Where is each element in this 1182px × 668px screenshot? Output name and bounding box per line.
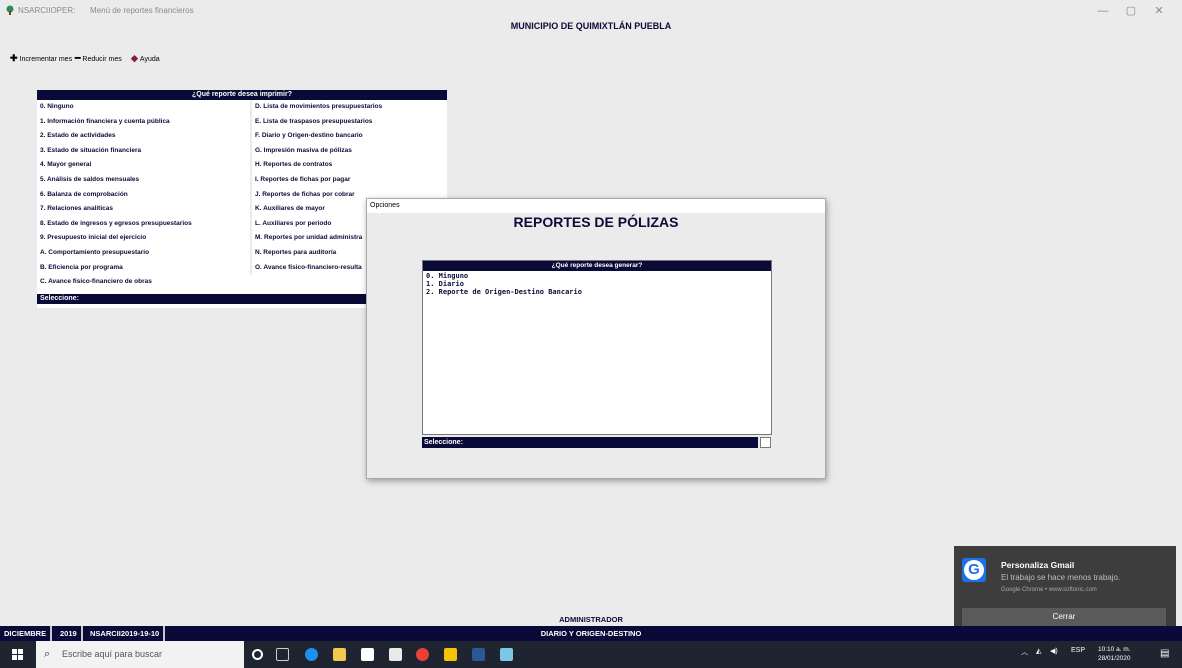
status-year: 2019: [56, 626, 83, 641]
menu-item[interactable]: H. Reportes de contratos: [252, 158, 447, 173]
taskbar-clock[interactable]: 10:10 a. m. 28/01/2020: [1098, 645, 1131, 663]
menu-item[interactable]: A. Comportamiento presupuestario: [37, 246, 248, 261]
menu-item[interactable]: C. Avance físico-financiero de obras: [37, 275, 248, 290]
status-code: NSARCII2019-19-10: [86, 626, 166, 641]
menu-item[interactable]: 3. Estado de situación financiera: [37, 144, 248, 159]
windows-start-icon[interactable]: [12, 649, 23, 660]
maximize-button[interactable]: ▢: [1120, 4, 1142, 18]
menu-item[interactable]: F. Diario y Origen-destino bancario: [252, 129, 447, 144]
window-title: Menú de reportes financieros: [90, 6, 194, 15]
menu-item[interactable]: D. Lista de movimientos presupuestarios: [252, 100, 447, 115]
network-icon[interactable]: ◭: [1036, 647, 1041, 655]
help-label: Ayuda: [139, 56, 160, 63]
word-icon[interactable]: [472, 648, 485, 661]
report-list-title: ¿Qué reporte desea generar?: [423, 261, 771, 271]
report-menu-left-column: 0. Ninguno 1. Información financiera y c…: [37, 100, 248, 290]
language-indicator[interactable]: ESP: [1071, 647, 1085, 654]
menu-item[interactable]: G. Impresión masiva de pólizas: [252, 144, 447, 159]
edge-icon[interactable]: [305, 648, 318, 661]
notification-body: El trabajo se hace menos trabajo.: [1001, 573, 1121, 582]
dialog-heading: REPORTES DE PÓLIZAS: [513, 214, 679, 230]
clock-time: 10:10 a. m.: [1098, 646, 1131, 653]
dialog-select-label: Seleccione:: [422, 437, 758, 448]
dialog-titlebar[interactable]: Opciones: [367, 199, 825, 213]
decrease-month-button[interactable]: ━ Reducir mes: [75, 53, 122, 64]
app-icon: [6, 5, 14, 15]
menu-item[interactable]: 1. Información financiera y cuenta públi…: [37, 115, 248, 130]
report-list-box: ¿Qué reporte desea generar? 0. Minguno 1…: [422, 260, 772, 435]
menu-item[interactable]: 0. Ninguno: [37, 100, 248, 115]
google-icon: G: [962, 558, 986, 582]
list-item[interactable]: 1. Diario: [426, 280, 768, 288]
file-explorer-icon[interactable]: [333, 648, 346, 661]
app-tree-icon[interactable]: [500, 648, 513, 661]
list-item[interactable]: 0. Minguno: [426, 272, 768, 280]
store-icon[interactable]: [361, 648, 374, 661]
menu-item[interactable]: 9. Presupuesto inicial del ejercicio: [37, 231, 248, 246]
sticky-notes-icon[interactable]: [444, 648, 457, 661]
menu-item[interactable]: 4. Mayor general: [37, 158, 248, 173]
chrome-icon[interactable]: [416, 648, 429, 661]
menu-item[interactable]: 7. Relaciones analíticas: [37, 202, 248, 217]
status-bar: DIARIO Y ORIGEN-DESTINO DICIEMBRE 2019 N…: [0, 626, 1182, 641]
increase-month-label: Incrementar mes: [19, 56, 73, 63]
plus-icon: ✚: [10, 53, 18, 63]
menu-item[interactable]: 2. Estado de actividades: [37, 129, 248, 144]
notification-title: Personaliza Gmail: [1001, 560, 1075, 570]
user-label: ADMINISTRADOR: [559, 615, 623, 624]
search-icon: ⌕: [44, 648, 51, 660]
tray-chevron-icon[interactable]: ︿: [1021, 647, 1028, 657]
report-list: 0. Minguno 1. Diario 2. Reporte de Orige…: [423, 271, 771, 297]
help-book-icon: ◆: [131, 53, 138, 63]
app-name: NSARCIIOPER:: [18, 6, 76, 15]
current-report-label: DIARIO Y ORIGEN-DESTINO: [540, 629, 642, 638]
menu-item[interactable]: E. Lista de traspasos presupuestarios: [252, 115, 447, 130]
municipality-title: MUNICIPIO DE QUIMIXTLÁN PUEBLA: [510, 21, 672, 31]
minimize-button[interactable]: —: [1092, 4, 1114, 18]
mail-icon[interactable]: [389, 648, 402, 661]
cortana-icon[interactable]: [252, 649, 263, 660]
volume-icon[interactable]: ◀): [1050, 647, 1058, 655]
menu-item[interactable]: B. Eficiencia por programa: [37, 261, 248, 276]
list-item[interactable]: 2. Reporte de Origen-Destino Bancario: [426, 288, 768, 296]
windows-taskbar: ⌕ Escribe aquí para buscar ︿ ◭ ◀) ESP 10…: [0, 641, 1182, 668]
status-month: DICIEMBRE: [0, 626, 53, 641]
menu-item[interactable]: I. Reportes de fichas por pagar: [252, 173, 447, 188]
clock-date: 28/01/2020: [1098, 655, 1131, 662]
window-titlebar: NSARCIIOPER: Menú de reportes financiero…: [0, 0, 1182, 22]
minus-icon: ━: [75, 53, 81, 63]
task-view-icon[interactable]: [276, 648, 289, 661]
decrease-month-label: Reducir mes: [82, 56, 122, 63]
report-menu-title: ¿Qué reporte desea imprimir?: [37, 90, 447, 100]
close-button[interactable]: ✕: [1148, 4, 1170, 18]
selection-input[interactable]: [760, 437, 771, 448]
options-dialog: Opciones REPORTES DE PÓLIZAS ¿Qué report…: [366, 198, 826, 479]
search-placeholder: Escribe aquí para buscar: [62, 649, 163, 659]
increase-month-button[interactable]: ✚ Incrementar mes: [10, 53, 72, 64]
menu-item[interactable]: 5. Análisis de saldos mensuales: [37, 173, 248, 188]
taskbar-search[interactable]: ⌕ Escribe aquí para buscar: [36, 641, 244, 668]
action-center-icon[interactable]: ▤: [1160, 648, 1169, 659]
menu-item[interactable]: 8. Estado de ingresos y egresos presupue…: [37, 217, 248, 232]
menu-item[interactable]: 6. Balanza de comprobación: [37, 188, 248, 203]
help-button[interactable]: ◆ Ayuda: [131, 53, 160, 64]
notification-source: Google Chrome • www.softonic.com: [1001, 587, 1097, 593]
